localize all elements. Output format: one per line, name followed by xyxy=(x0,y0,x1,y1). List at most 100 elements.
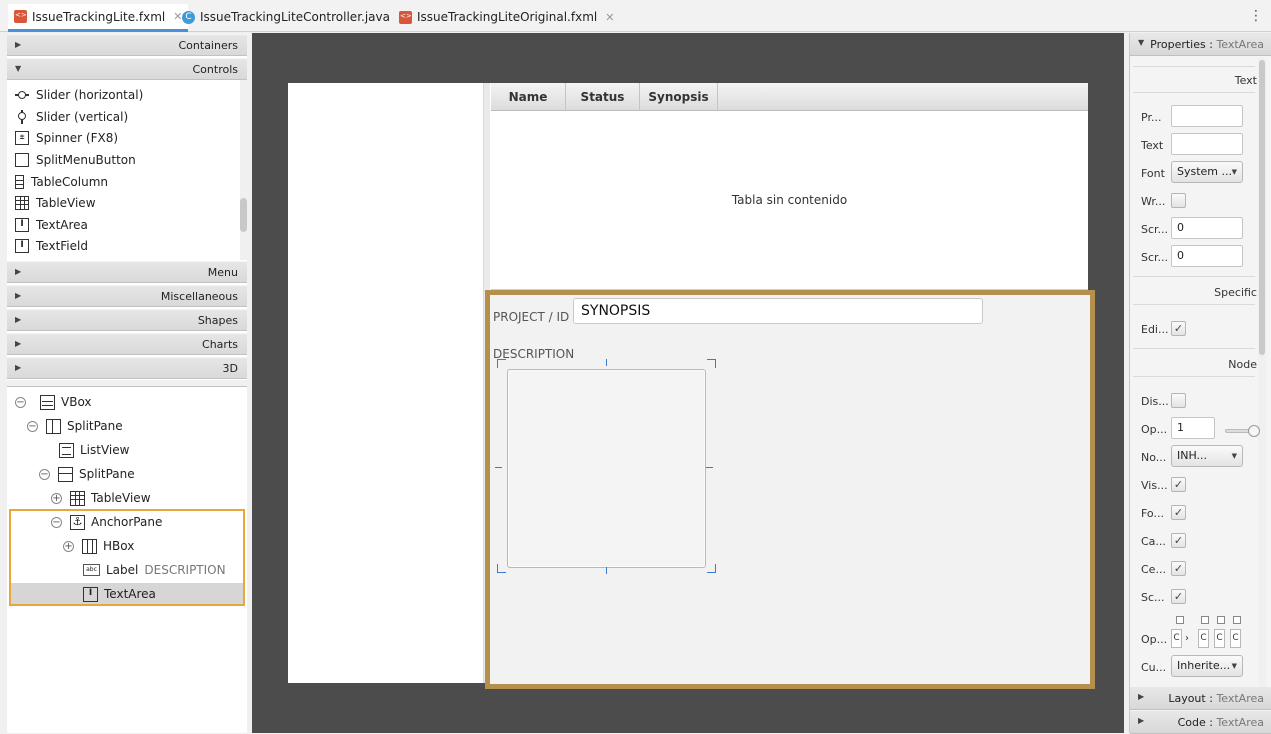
scroll-left-field[interactable]: 0 xyxy=(1171,217,1243,239)
close-icon[interactable]: ✕ xyxy=(605,11,614,24)
prompt-text-field[interactable] xyxy=(1171,105,1243,127)
listview-preview[interactable] xyxy=(288,83,484,683)
library-item-split-menu-button[interactable]: SplitMenuButton xyxy=(15,150,136,170)
layout-section-header[interactable]: ▶ Layout : TextArea xyxy=(1130,687,1271,710)
text-prop-field[interactable] xyxy=(1171,133,1243,155)
section-miscellaneous[interactable]: ▶ Miscellaneous xyxy=(7,285,247,307)
more-options-icon[interactable]: ⋮ xyxy=(1249,8,1263,24)
opaque-inset-right-field[interactable]: C xyxy=(1198,629,1209,648)
cache-checkbox[interactable]: ✓ xyxy=(1171,533,1186,548)
collapse-icon[interactable]: − xyxy=(51,516,62,528)
section-controls[interactable]: ▼ Controls xyxy=(7,58,247,80)
tab-issue-tracking-lite-fxml[interactable]: IssueTrackingLite.fxml ✕ xyxy=(8,4,189,32)
opaque-inset-top-field[interactable]: C xyxy=(1171,629,1182,648)
library-item-slider-vertical[interactable]: Slider (vertical) xyxy=(15,107,128,127)
anchorpane-preview[interactable]: PROJECT / ID SYNOPSIS DESCRIPTION xyxy=(485,290,1095,689)
resize-handle[interactable] xyxy=(495,467,502,468)
description-textarea[interactable] xyxy=(507,369,706,568)
node-orientation-combo[interactable]: INH... xyxy=(1171,445,1243,467)
tree-node-vbox[interactable]: − VBox xyxy=(15,391,92,413)
resize-handle[interactable] xyxy=(606,359,607,366)
expand-icon[interactable]: + xyxy=(51,492,62,504)
collapse-icon[interactable]: − xyxy=(15,396,26,408)
section-charts[interactable]: ▶ Charts xyxy=(7,333,247,355)
cursor-label: Cu... xyxy=(1141,661,1167,674)
column-header-name[interactable]: Name xyxy=(491,83,566,111)
section-menu[interactable]: ▶ Menu xyxy=(7,261,247,283)
collapse-icon[interactable]: − xyxy=(27,420,38,432)
tab-controller-java[interactable]: C IssueTrackingLiteController.java xyxy=(176,4,396,30)
center-shape-checkbox[interactable]: ✓ xyxy=(1171,561,1186,576)
inset-link-icon[interactable]: › xyxy=(1185,633,1189,644)
inset-lock-checkbox[interactable] xyxy=(1233,616,1241,624)
inset-lock-checkbox[interactable] xyxy=(1217,616,1225,624)
resize-handle[interactable] xyxy=(706,467,713,468)
tree-node-label[interactable]: abc Label DESCRIPTION xyxy=(83,559,226,581)
resize-handle[interactable] xyxy=(707,359,716,368)
inset-lock-checkbox[interactable] xyxy=(1201,616,1209,624)
font-combo[interactable]: System ... xyxy=(1171,161,1243,183)
section-containers[interactable]: ▶ Containers xyxy=(7,34,247,56)
table-view-icon xyxy=(15,196,29,210)
tree-node-tableview[interactable]: + TableView xyxy=(51,487,151,509)
library-scrollbar[interactable] xyxy=(240,80,247,260)
chevron-right-icon: ▶ xyxy=(1138,716,1145,725)
tree-node-anchorpane[interactable]: − ⚓ AnchorPane xyxy=(51,511,162,533)
tree-node-splitpane[interactable]: − SplitPane xyxy=(39,463,135,485)
opaque-inset-left-field[interactable]: C xyxy=(1230,629,1241,648)
tableview-preview[interactable]: Name Status Synopsis Tabla sin contenido xyxy=(491,83,1088,290)
visible-checkbox[interactable]: ✓ xyxy=(1171,477,1186,492)
resize-handle[interactable] xyxy=(606,567,607,574)
tree-node-textarea[interactable]: I TextArea xyxy=(83,583,156,605)
opacity-slider[interactable] xyxy=(1225,425,1260,437)
project-id-label: PROJECT / ID xyxy=(493,310,570,324)
cursor-combo[interactable]: Inherite... xyxy=(1171,655,1243,677)
collapse-icon[interactable]: − xyxy=(39,468,50,480)
tree-node-splitpane[interactable]: − SplitPane xyxy=(27,415,123,437)
opacity-field[interactable]: 1 xyxy=(1171,417,1215,439)
scrollbar-thumb[interactable] xyxy=(1259,60,1265,355)
resize-handle[interactable] xyxy=(707,564,716,573)
library-item-text-area[interactable]: I TextArea xyxy=(15,215,88,235)
item-label: TextArea xyxy=(36,218,88,232)
resize-handle[interactable] xyxy=(497,564,506,573)
node-label: Label xyxy=(106,563,139,577)
library-item-spinner[interactable]: ± Spinner (FX8) xyxy=(15,128,118,148)
library-item-table-view[interactable]: TableView xyxy=(15,193,96,213)
synopsis-field[interactable]: SYNOPSIS xyxy=(573,298,983,324)
library-item-text-field[interactable]: I TextField xyxy=(15,236,88,256)
slider-thumb[interactable] xyxy=(1248,425,1260,437)
column-header-status[interactable]: Status xyxy=(566,83,640,111)
scale-shape-checkbox[interactable]: ✓ xyxy=(1171,589,1186,604)
section-3d[interactable]: ▶ 3D xyxy=(7,357,247,379)
disable-checkbox[interactable] xyxy=(1171,393,1186,408)
node-label: SplitPane xyxy=(67,419,123,433)
properties-section-header[interactable]: ▼ Properties : TextArea xyxy=(1130,33,1271,56)
design-canvas[interactable]: Name Status Synopsis Tabla sin contenido… xyxy=(252,33,1124,733)
scrollbar-thumb[interactable] xyxy=(240,198,247,232)
expand-icon[interactable]: + xyxy=(63,540,74,552)
library-item-slider-horizontal[interactable]: Slider (horizontal) xyxy=(15,85,143,105)
label-icon: abc xyxy=(83,564,100,576)
tableview-icon xyxy=(70,490,85,506)
section-shapes[interactable]: ▶ Shapes xyxy=(7,309,247,331)
column-header-synopsis[interactable]: Synopsis xyxy=(640,83,718,111)
wrap-text-checkbox[interactable] xyxy=(1171,193,1186,208)
scroll-top-field[interactable]: 0 xyxy=(1171,245,1243,267)
code-section-header[interactable]: ▶ Code : TextArea xyxy=(1130,711,1271,734)
node-section-title: Node xyxy=(1228,358,1257,371)
tree-node-hbox[interactable]: + HBox xyxy=(63,535,134,557)
library-item-table-column[interactable]: TableColumn xyxy=(15,172,108,192)
resize-handle[interactable] xyxy=(497,359,506,368)
tree-node-listview[interactable]: ListView xyxy=(59,439,129,461)
focus-traversable-checkbox[interactable]: ✓ xyxy=(1171,505,1186,520)
editable-checkbox[interactable]: ✓ xyxy=(1171,321,1186,336)
inset-lock-checkbox[interactable] xyxy=(1176,616,1184,624)
inspector-scrollbar[interactable] xyxy=(1258,58,1266,688)
spinner-icon: ± xyxy=(15,131,29,145)
divider xyxy=(1133,66,1255,67)
opaque-inset-bottom-field[interactable]: C xyxy=(1214,629,1225,648)
tab-original-fxml[interactable]: IssueTrackingLiteOriginal.fxml ✕ xyxy=(393,4,620,30)
splitpane-vertical-icon xyxy=(46,418,61,434)
section-label: 3D xyxy=(222,362,238,375)
